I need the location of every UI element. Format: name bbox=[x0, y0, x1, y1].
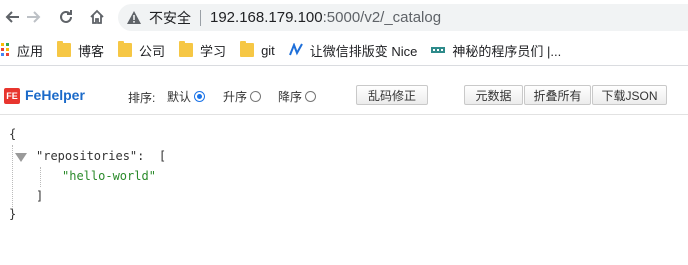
folder-icon bbox=[57, 41, 72, 57]
home-button[interactable] bbox=[85, 5, 109, 29]
back-button[interactable] bbox=[0, 5, 24, 29]
bookmark-apps[interactable]: 应用 bbox=[0, 38, 43, 62]
site-favicon-icon bbox=[431, 47, 446, 53]
bookmark-folder-blog[interactable]: 博客 bbox=[57, 38, 104, 62]
warning-icon[interactable] bbox=[125, 9, 143, 27]
reload-button[interactable] bbox=[54, 5, 78, 29]
bookmark-label: 神秘的程序员们 |... bbox=[452, 43, 562, 59]
indent-guide bbox=[40, 167, 41, 187]
json-open-bracket: [ bbox=[158, 149, 167, 163]
sort-descending-option[interactable]: 降序 bbox=[278, 88, 317, 105]
fehelper-logo-icon: FE bbox=[4, 88, 20, 104]
folder-icon bbox=[118, 41, 133, 57]
page-top-spacing bbox=[0, 66, 688, 78]
download-json-button[interactable]: 下载JSON bbox=[592, 85, 667, 105]
apps-grid-icon bbox=[1, 43, 9, 56]
sort-option-label: 默认 bbox=[167, 90, 192, 104]
fehelper-title[interactable]: FeHelper bbox=[25, 87, 85, 103]
back-arrow-icon bbox=[5, 11, 19, 23]
address-divider bbox=[200, 9, 201, 26]
sort-default-option[interactable]: 默认 bbox=[167, 88, 206, 105]
bookmark-label: 公司 bbox=[139, 43, 166, 59]
json-key-line: "repositories": [ bbox=[36, 149, 166, 163]
browser-toolbar: 不安全 192.168.179.100:5000/v2/_catalog bbox=[0, 0, 688, 35]
indent-guide bbox=[12, 145, 13, 209]
sort-descending-radio[interactable] bbox=[305, 91, 317, 102]
collapse-all-button[interactable]: 折叠所有 bbox=[524, 85, 591, 105]
nice-logo-icon bbox=[288, 43, 303, 56]
home-icon bbox=[90, 9, 104, 24]
sort-label: 排序: bbox=[128, 91, 156, 105]
folder-icon bbox=[179, 41, 194, 57]
sort-option-label: 升序 bbox=[223, 90, 248, 104]
fehelper-toolbar: FE FeHelper 排序: 默认 升序 降序 乱码修正 元数据 折叠所有 下… bbox=[0, 78, 688, 115]
sort-ascending-radio[interactable] bbox=[250, 91, 262, 102]
reload-icon bbox=[60, 10, 72, 23]
bookmark-label: 让微信排版变 Nice bbox=[309, 43, 418, 59]
bookmark-programmers[interactable]: 神秘的程序员们 |... bbox=[431, 38, 561, 62]
json-viewer: { "repositories": [ "hello-world" ] } bbox=[0, 115, 688, 265]
json-array-item: "hello-world" bbox=[62, 169, 156, 183]
bookmark-folder-company[interactable]: 公司 bbox=[118, 38, 165, 62]
sort-default-radio[interactable] bbox=[194, 91, 206, 102]
json-key: "repositories" bbox=[36, 149, 138, 163]
json-close-brace: } bbox=[9, 207, 17, 221]
bookmark-label: 应用 bbox=[17, 43, 44, 59]
raw-data-button[interactable]: 元数据 bbox=[464, 85, 523, 105]
bookmark-label: 博客 bbox=[78, 43, 105, 59]
bookmark-label: 学习 bbox=[200, 43, 227, 59]
bookmarks-bar: 应用 博客 公司 学习 git 让微信排版变 Nice 神秘的程序员们 |... bbox=[0, 35, 688, 66]
url-path: :5000/v2/_catalog bbox=[322, 9, 442, 26]
collapse-toggle-icon[interactable] bbox=[15, 153, 27, 162]
bookmark-folder-git[interactable]: git bbox=[240, 38, 275, 62]
address-bar[interactable]: 不安全 192.168.179.100:5000/v2/_catalog bbox=[118, 4, 688, 31]
fix-encoding-button[interactable]: 乱码修正 bbox=[356, 85, 428, 105]
security-label[interactable]: 不安全 bbox=[149, 8, 191, 28]
folder-icon bbox=[240, 41, 255, 57]
bookmark-label: git bbox=[261, 42, 275, 58]
forward-button[interactable] bbox=[22, 5, 46, 29]
sort-option-label: 降序 bbox=[278, 90, 303, 104]
url-host: 192.168.179.100 bbox=[210, 9, 323, 26]
forward-arrow-icon bbox=[27, 11, 41, 23]
json-open-brace: { bbox=[9, 127, 17, 141]
bookmark-nice[interactable]: 让微信排版变 Nice bbox=[288, 38, 418, 62]
sort-ascending-option[interactable]: 升序 bbox=[223, 88, 262, 105]
bookmark-folder-study[interactable]: 学习 bbox=[179, 38, 226, 62]
json-close-bracket: ] bbox=[36, 189, 44, 203]
